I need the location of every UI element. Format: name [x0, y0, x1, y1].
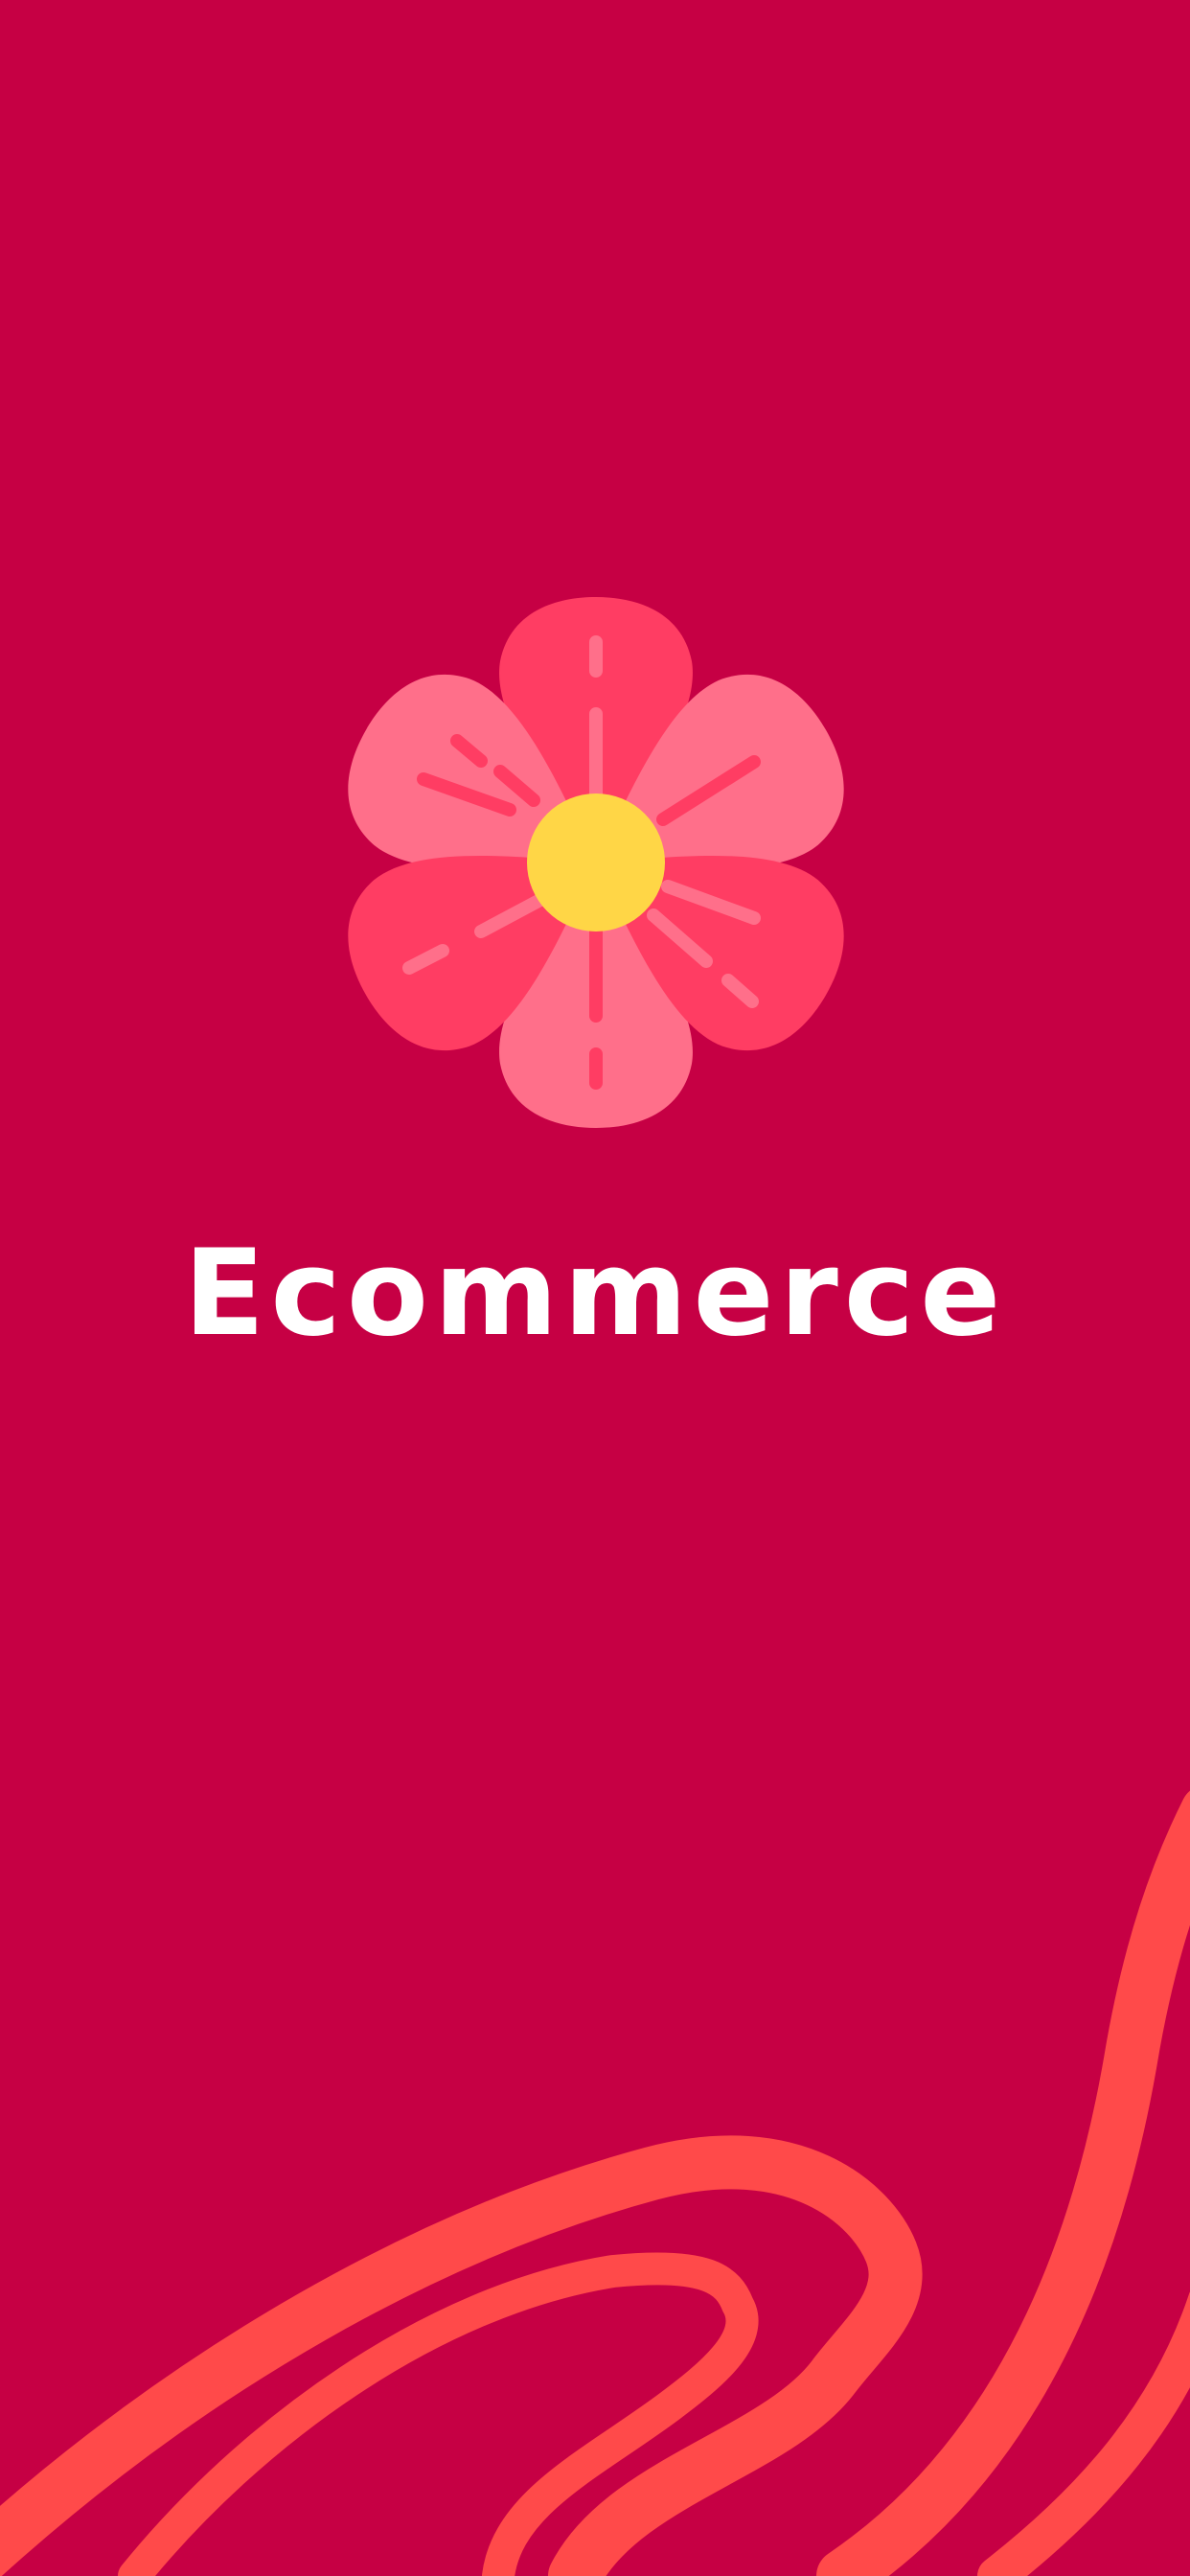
app-title: Ecommerce — [183, 1225, 1007, 1363]
flower-icon — [348, 597, 844, 1128]
splash-screen: Ecommerce — [0, 0, 1190, 2576]
wave-outer — [0, 2135, 923, 2576]
flower-center — [527, 794, 665, 932]
